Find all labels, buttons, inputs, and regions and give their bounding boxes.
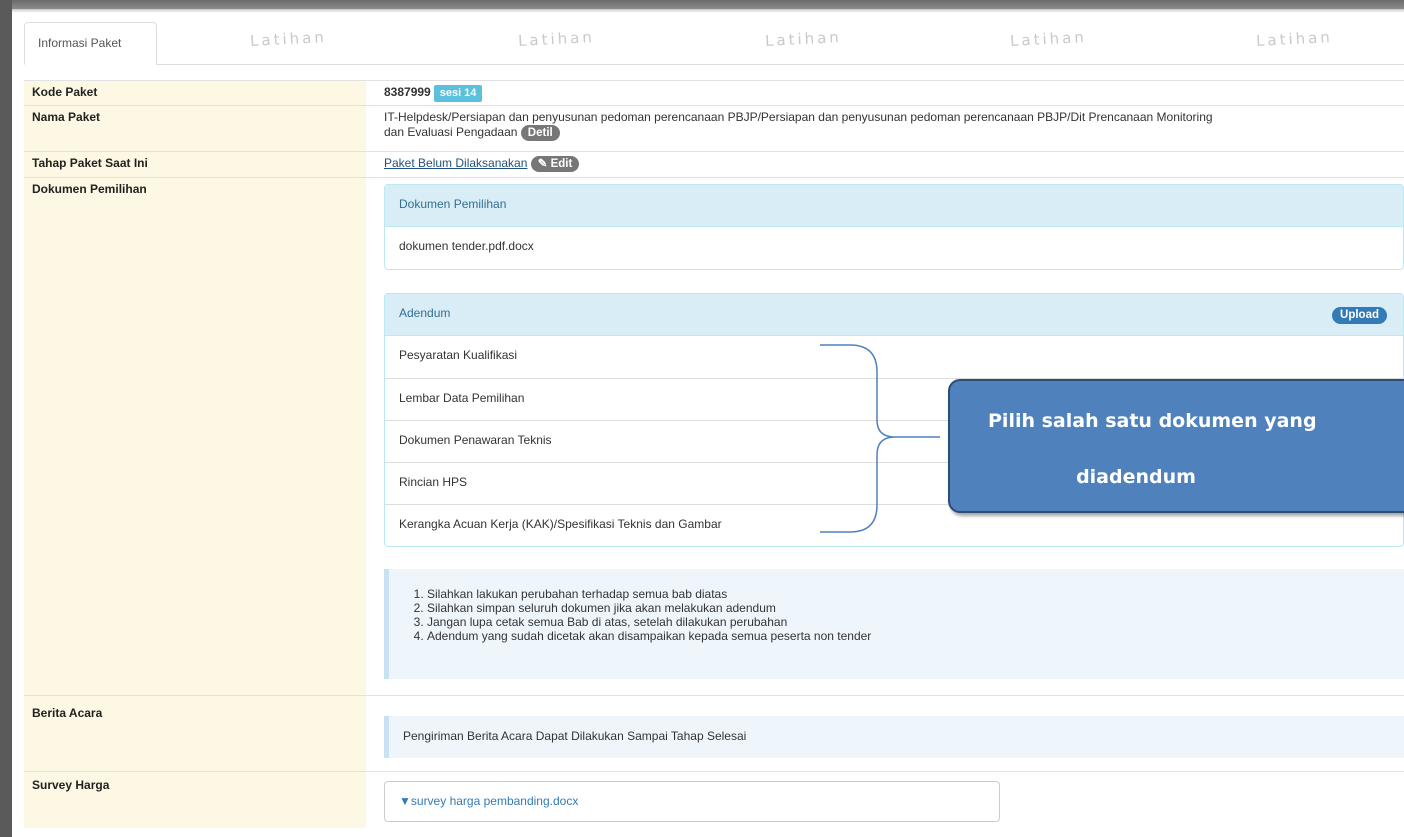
callout-line1: Pilih salah satu dokumen yang xyxy=(988,410,1317,432)
annotation-callout: Pilih salah satu dokumen yang diadendum xyxy=(948,379,1404,513)
brace-line xyxy=(820,344,940,533)
callout-line2: diadendum xyxy=(1076,466,1196,488)
